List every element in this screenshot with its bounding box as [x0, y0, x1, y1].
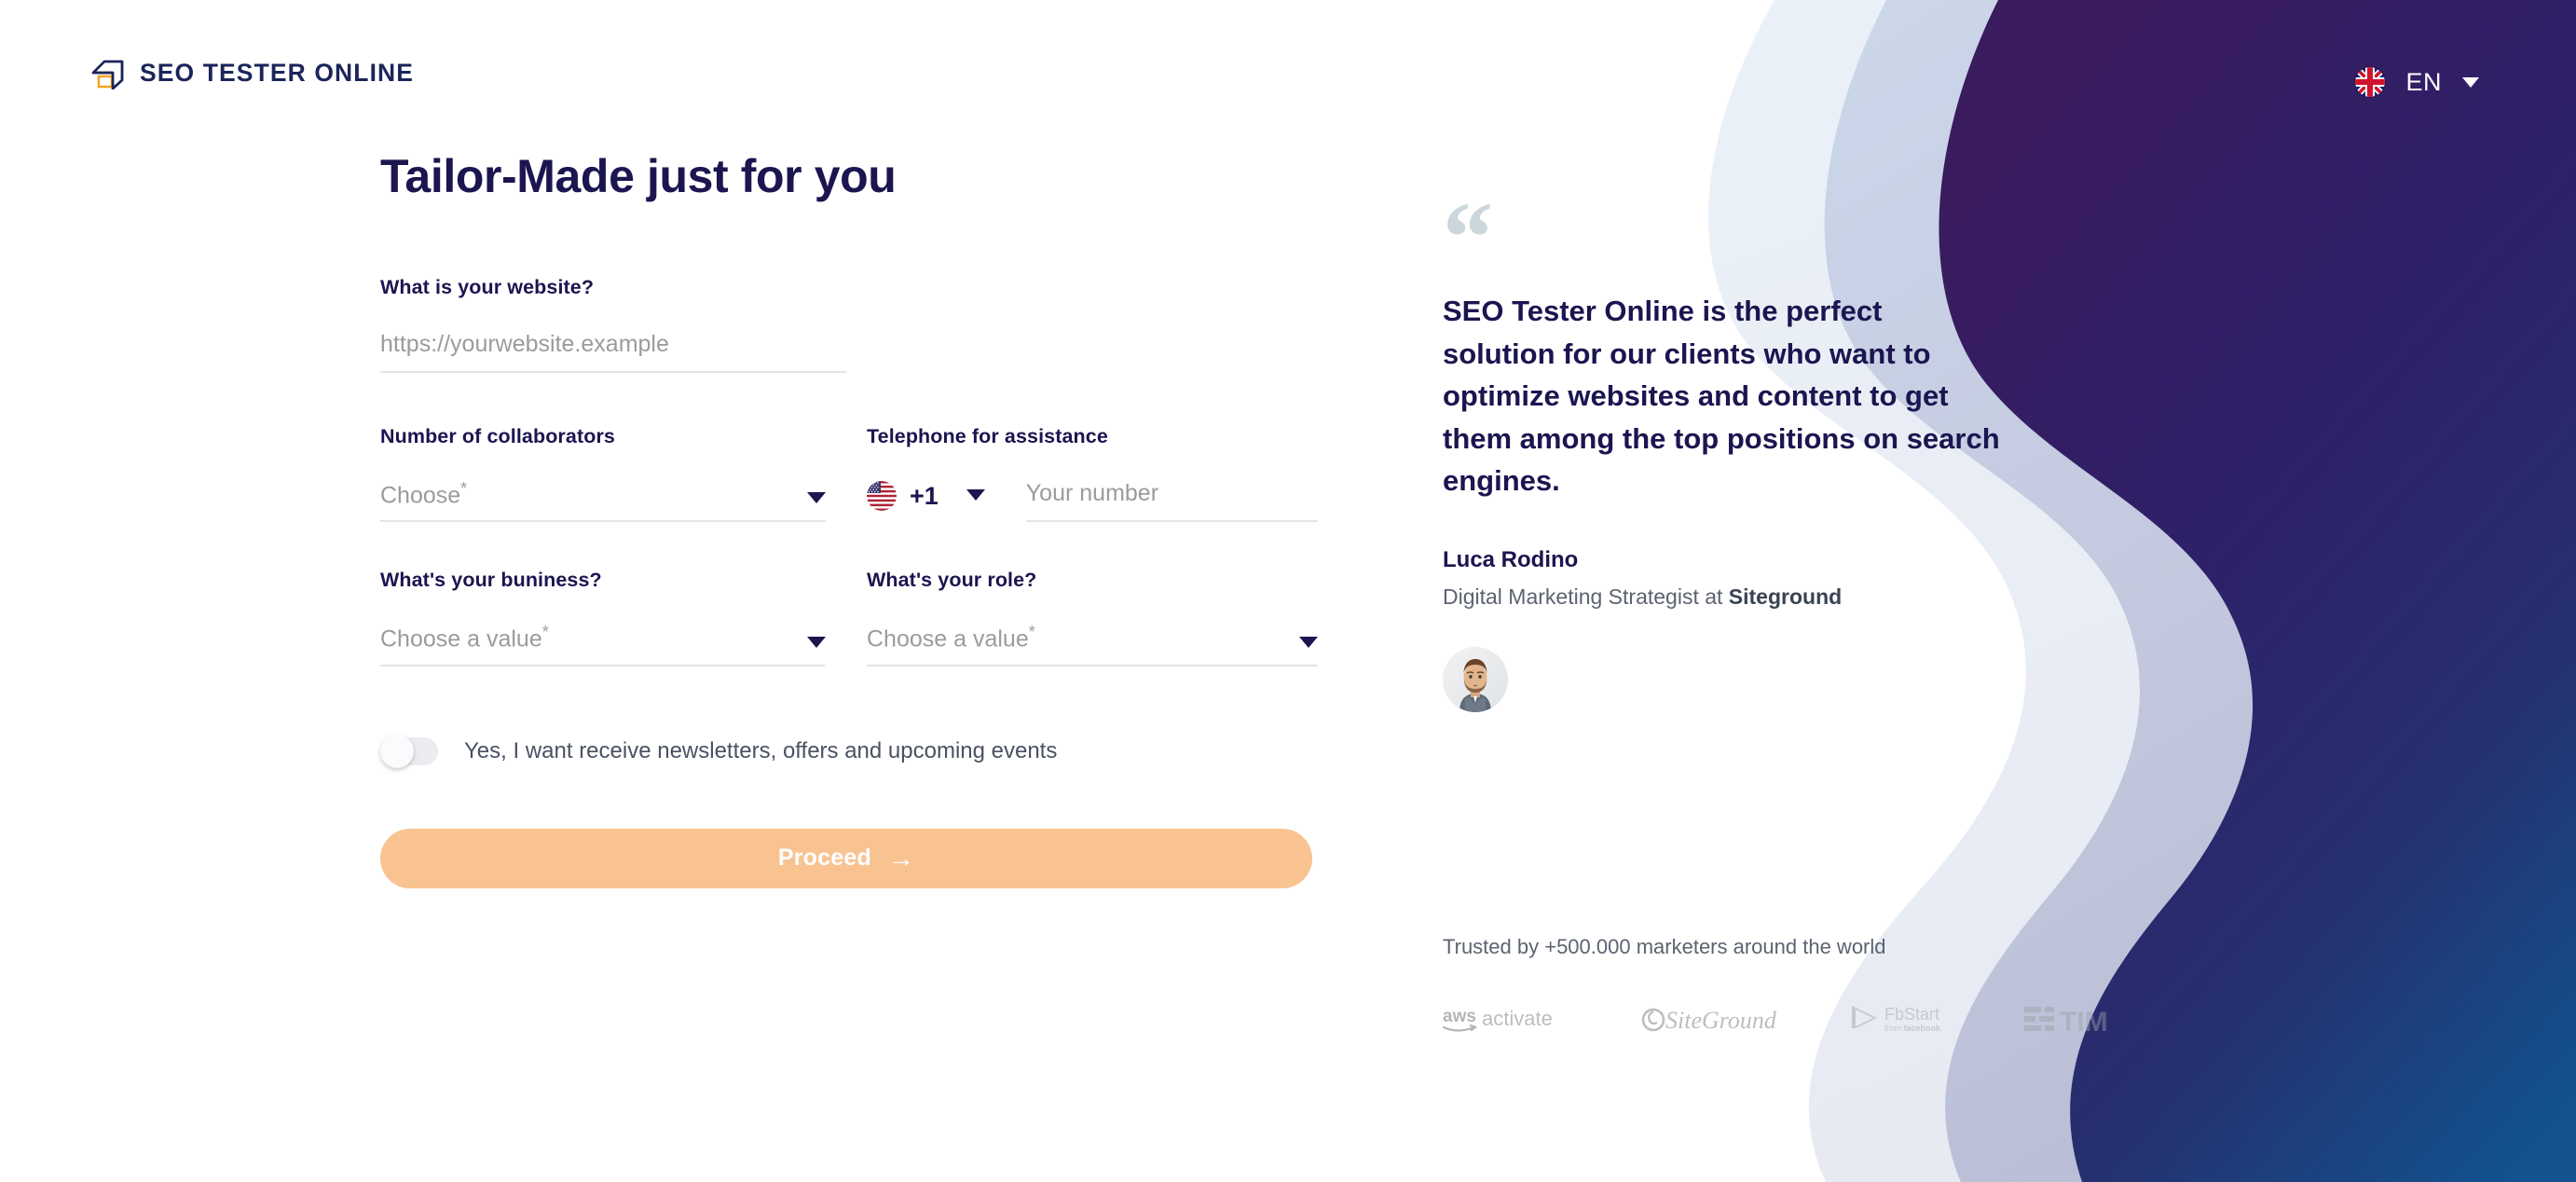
business-role-row: What's your buniness? Choose a value* Wh…	[380, 569, 1322, 667]
business-select[interactable]: Choose a value*	[380, 623, 826, 667]
testimonial-panel: “ SEO Tester Online is the perfect solut…	[1443, 200, 2021, 712]
avatar	[1443, 646, 1508, 712]
brand-logo-text: SEO TESTER ONLINE	[140, 58, 415, 87]
testimonial-text: SEO Tester Online is the perfect solutio…	[1443, 295, 2000, 498]
newsletter-toggle[interactable]	[380, 734, 438, 768]
business-field-group: What's your buniness? Choose a value*	[380, 569, 826, 667]
chevron-down-icon	[1299, 636, 1318, 648]
role-select-value: Choose a value*	[867, 623, 1035, 653]
business-select-value: Choose a value*	[380, 623, 549, 653]
telephone-input-wrap	[1025, 480, 1318, 522]
svg-text:FbStart: FbStart	[1884, 1005, 1939, 1024]
newsletter-toggle-row: Yes, I want receive newsletters, offers …	[380, 734, 1322, 768]
svg-text:from facebook: from facebook	[1884, 1024, 1941, 1033]
language-selector[interactable]: EN	[2355, 67, 2479, 97]
brand-logo[interactable]: SEO TESTER ONLINE	[91, 56, 415, 90]
newsletter-label: Yes, I want receive newsletters, offers …	[464, 737, 1058, 763]
trusted-by-text: Trusted by +500.000 marketers around the…	[1443, 935, 1886, 958]
telephone-input-group: +1	[867, 480, 1318, 522]
chevron-down-icon	[966, 489, 985, 501]
country-code-value: +1	[910, 481, 939, 510]
chevron-down-icon	[2462, 76, 2479, 88]
language-code: EN	[2405, 67, 2442, 96]
testimonial-author-name: Luca Rodino	[1443, 546, 1579, 572]
toggle-knob	[380, 734, 414, 768]
quote-mark-icon: “	[1443, 200, 1493, 258]
testimonial-author-company: Siteground	[1728, 584, 1843, 609]
svg-text:SiteGround: SiteGround	[1665, 1007, 1777, 1034]
collaborators-select-value: Choose*	[380, 479, 468, 509]
collaborators-field-group: Number of collaborators Choose*	[380, 425, 826, 523]
telephone-field-group: Telephone for assistance +1 Your number	[867, 425, 1318, 522]
us-flag-icon	[867, 481, 897, 511]
uk-flag-icon	[2355, 67, 2386, 97]
tim-logo: TIM	[2024, 1003, 2145, 1035]
page-title: Tailor-Made just for you	[380, 150, 897, 202]
role-select[interactable]: Choose a value*	[867, 623, 1318, 667]
siteground-logo: SiteGround	[1640, 1002, 1791, 1036]
fbstart-logo: FbStart from facebook	[1849, 1000, 1966, 1038]
country-code-select[interactable]: +1	[867, 481, 985, 522]
role-field-group: What's your role? Choose a value*	[867, 569, 1318, 667]
trusted-by-section: Trusted by +500.000 marketers around the…	[1443, 935, 2108, 1038]
telephone-label: Telephone for assistance	[867, 425, 1108, 447]
proceed-button-label: Proceed	[777, 845, 871, 872]
svg-text:aws: aws	[1443, 1007, 1476, 1026]
role-label: What's your role?	[867, 569, 1037, 592]
arrow-right-icon: →	[887, 843, 915, 873]
signup-form: Tailor-Made just for you What is your we…	[380, 149, 1322, 888]
partner-logo-strip: aws activate SiteGround FbStart from fac…	[1443, 1000, 2108, 1038]
website-label: What is your website?	[380, 276, 595, 298]
seo-cube-icon	[91, 56, 125, 90]
signup-onboarding-page: SEO TESTER ONLINE EN Tailor-Made just fo…	[0, 0, 2576, 1182]
proceed-button[interactable]: Proceed →	[380, 828, 1312, 888]
collaborators-label: Number of collaborators	[380, 425, 615, 447]
testimonial-author-role: Digital Marketing Strategist at Sitegrou…	[1443, 584, 1843, 609]
business-label: What's your buniness?	[380, 569, 602, 592]
svg-text:activate: activate	[1482, 1007, 1553, 1030]
chevron-down-icon	[807, 492, 826, 504]
website-field-group: What is your website?	[380, 276, 1322, 373]
svg-text:TIM: TIM	[2060, 1007, 2108, 1035]
collaborators-telephone-row: Number of collaborators Choose* Telephon…	[380, 425, 1322, 523]
telephone-input[interactable]	[1025, 480, 1318, 522]
website-input[interactable]	[380, 331, 846, 373]
aws-activate-logo: aws activate	[1443, 1003, 1583, 1035]
chevron-down-icon	[807, 636, 826, 648]
collaborators-select[interactable]: Choose*	[380, 479, 826, 523]
